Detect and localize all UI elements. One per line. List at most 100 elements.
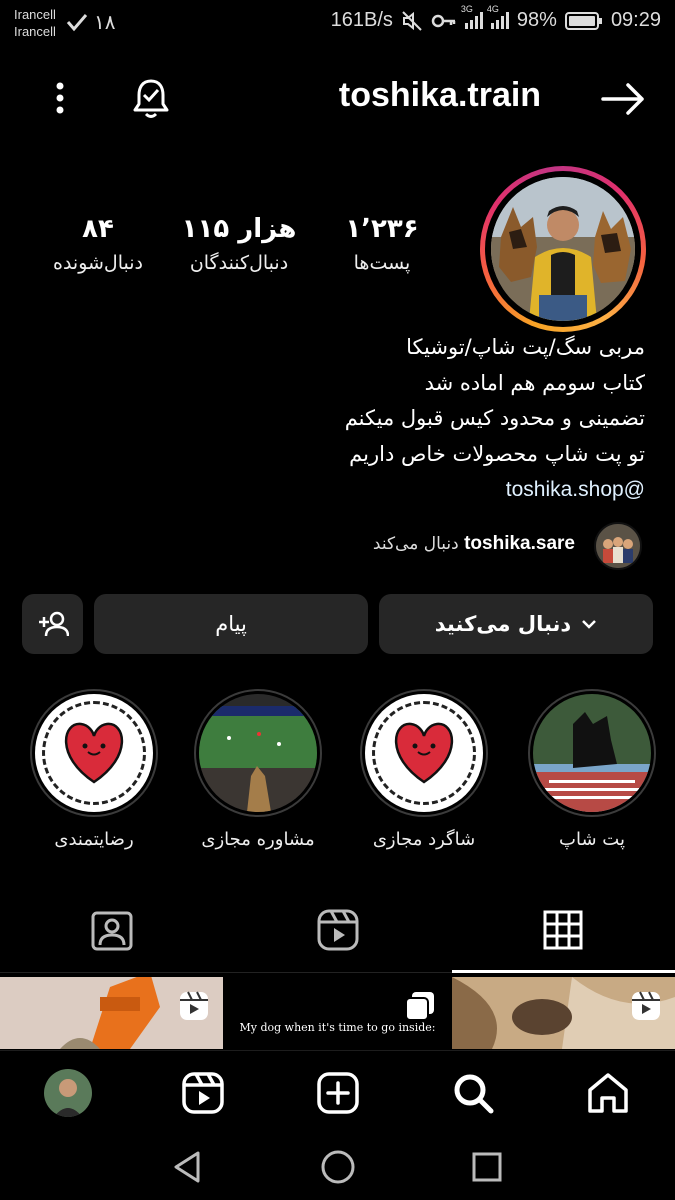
status-bar: Irancell Irancell ۱۸ 161B/s 3G 4G 98% 09 bbox=[0, 0, 675, 48]
more-vertical-icon bbox=[56, 82, 64, 114]
post-thumbnail-3[interactable] bbox=[0, 977, 223, 1049]
following-count: ۸۴ bbox=[82, 214, 114, 244]
following-button-label: دنبال می‌کنید bbox=[434, 612, 572, 636]
highlight-cover bbox=[35, 694, 153, 812]
arrow-right-icon bbox=[601, 83, 644, 115]
net-speed: 161B/s bbox=[330, 9, 393, 31]
clock: 09:29 bbox=[610, 9, 661, 31]
carousel-badge-icon bbox=[405, 991, 435, 1025]
following-button[interactable]: دنبال می‌کنید bbox=[379, 594, 653, 654]
nav-search[interactable] bbox=[447, 1067, 499, 1119]
highlight-label: رضایتمندی bbox=[54, 829, 134, 850]
reel-badge-icon bbox=[179, 991, 209, 1025]
profile-avatar-icon bbox=[44, 1069, 92, 1117]
reels-icon bbox=[317, 909, 359, 951]
sim2-gen: 4G bbox=[486, 4, 499, 14]
sim1-gen: 3G bbox=[460, 4, 473, 14]
signal-sim1: 3G bbox=[461, 4, 483, 29]
carrier-names: Irancell Irancell bbox=[14, 6, 56, 40]
followers-count: ۱۱۵ هزار bbox=[181, 214, 297, 244]
home-icon bbox=[588, 1073, 628, 1113]
tagged-person-icon bbox=[91, 911, 133, 951]
followed-by-username: toshika.sare bbox=[464, 533, 575, 554]
followers-stat[interactable]: ۱۱۵ هزار دنبال‌کنندگان bbox=[176, 214, 302, 274]
reel-badge-icon bbox=[631, 991, 661, 1025]
bell-check-icon bbox=[133, 79, 169, 118]
followers-label: دنبال‌کنندگان bbox=[189, 252, 289, 274]
carrier-1: Irancell bbox=[14, 7, 56, 22]
battery-icon bbox=[564, 11, 602, 30]
followed-by-photo bbox=[596, 524, 640, 568]
carrier-2: Irancell bbox=[14, 24, 56, 39]
avatar-photo bbox=[491, 177, 635, 321]
followed-by-text[interactable]: toshika.sare دنبال می‌کند bbox=[373, 533, 575, 555]
followed-by-suffix: دنبال می‌کند bbox=[372, 534, 459, 554]
highlight-label: پت شاپ bbox=[559, 829, 625, 850]
reels-icon bbox=[182, 1072, 224, 1114]
dog-photo bbox=[533, 694, 651, 812]
bio-line-2: کتاب سومم هم اماده شد bbox=[424, 370, 645, 395]
add-person-icon bbox=[38, 611, 69, 637]
tab-reels[interactable] bbox=[313, 905, 363, 955]
battery-percent: 98% bbox=[516, 9, 557, 31]
add-post-icon bbox=[317, 1072, 359, 1114]
system-recents-button[interactable] bbox=[470, 1150, 504, 1184]
following-label: دنبال‌شونده bbox=[52, 252, 144, 274]
chevron-down-icon bbox=[582, 620, 597, 629]
profile-avatar-story-ring[interactable] bbox=[480, 166, 646, 332]
notifications-bell-button[interactable] bbox=[126, 74, 176, 124]
nav-profile[interactable] bbox=[42, 1067, 94, 1119]
heart-icon bbox=[64, 722, 124, 784]
followed-by-avatar[interactable] bbox=[594, 522, 642, 570]
forward-button[interactable] bbox=[596, 76, 650, 122]
profile-bio: مربی سگ/پت شاپ/توشیکا کتاب سومم هم اماده… bbox=[85, 330, 645, 508]
recents-square-icon bbox=[472, 1152, 502, 1182]
bio-line-4: تو پت شاپ محصولات خاص داریم bbox=[349, 441, 645, 466]
highlight-virtual-consult[interactable]: مشاوره مجازی bbox=[194, 689, 322, 850]
key-icon bbox=[431, 14, 456, 27]
highlight-cover bbox=[365, 694, 483, 812]
tab-posts-grid[interactable] bbox=[538, 905, 588, 955]
highlight-cover bbox=[199, 694, 317, 812]
bottom-navigation bbox=[0, 1050, 675, 1135]
home-circle-icon bbox=[321, 1150, 355, 1184]
signal-check-icon bbox=[66, 14, 88, 32]
highlight-cover bbox=[533, 694, 651, 812]
nav-create[interactable] bbox=[312, 1067, 364, 1119]
highlight-label: شاگرد مجازی bbox=[372, 829, 476, 850]
highlight-virtual-student[interactable]: شاگرد مجازی bbox=[360, 689, 488, 850]
highlight-label: مشاوره مجازی bbox=[201, 829, 315, 850]
following-stat[interactable]: ۸۴ دنبال‌شونده bbox=[38, 214, 158, 274]
tab-tagged[interactable] bbox=[87, 905, 137, 955]
post-thumbnail-1[interactable] bbox=[452, 977, 675, 1049]
nav-home[interactable] bbox=[582, 1067, 634, 1119]
post-thumbnail-2[interactable]: My dog when it's time to go inside: bbox=[226, 977, 449, 1049]
message-button[interactable]: پیام bbox=[94, 594, 368, 654]
highlight-pet-shop[interactable]: پت شاپ bbox=[528, 689, 656, 850]
system-back-button[interactable] bbox=[170, 1149, 206, 1185]
highlight-satisfaction[interactable]: رضایتمندی bbox=[30, 689, 158, 850]
notification-count: ۱۸ bbox=[94, 10, 116, 34]
bio-link[interactable]: toshika.shop@ bbox=[85, 472, 645, 508]
posts-count: ۱٬۲۳۶ bbox=[345, 214, 419, 244]
bio-line-3: تضمینی و محدود کیس قبول میکنم bbox=[344, 406, 645, 430]
message-button-label: پیام bbox=[215, 612, 247, 636]
profile-username: toshika.train bbox=[338, 76, 542, 114]
signal-sim2: 4G bbox=[487, 4, 509, 29]
back-triangle-icon bbox=[174, 1151, 200, 1183]
more-options-button[interactable] bbox=[40, 76, 80, 120]
mute-icon bbox=[402, 10, 422, 31]
system-home-button[interactable] bbox=[319, 1148, 357, 1186]
profile-avatar bbox=[491, 177, 635, 321]
heart-icon bbox=[394, 722, 454, 784]
nav-reels[interactable] bbox=[177, 1067, 229, 1119]
active-tab-indicator bbox=[452, 970, 675, 973]
suggested-people-button[interactable] bbox=[22, 594, 83, 654]
bio-line-1: مربی سگ/پت شاپ/توشیکا bbox=[406, 335, 645, 359]
tv-photo bbox=[199, 694, 317, 812]
search-icon bbox=[454, 1074, 494, 1114]
grid-icon bbox=[543, 910, 583, 950]
system-navigation-bar bbox=[0, 1135, 675, 1200]
posts-stat[interactable]: ۱٬۲۳۶ پست‌ها bbox=[330, 214, 434, 274]
posts-label: پست‌ها bbox=[353, 252, 411, 274]
